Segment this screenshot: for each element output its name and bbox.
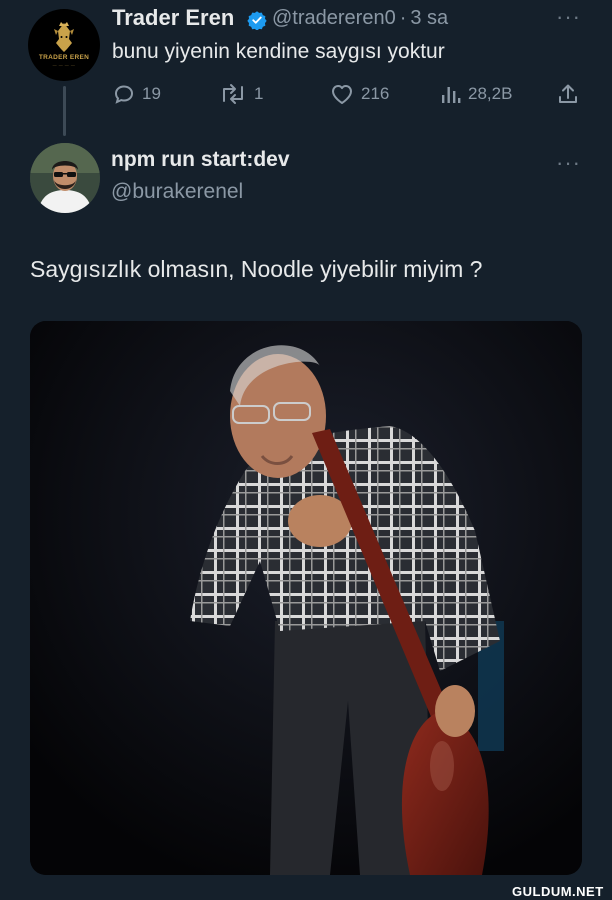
- like-button[interactable]: 216: [329, 80, 389, 108]
- author-avatar[interactable]: TRADER EREN — — — —: [28, 9, 100, 81]
- like-count: 216: [361, 84, 390, 103]
- author-name[interactable]: Trader Eren: [112, 5, 234, 31]
- views-icon: [442, 87, 461, 103]
- avatar-brand-text: TRADER EREN: [38, 54, 90, 61]
- views-count: 28,2B: [468, 84, 513, 103]
- tweet-time[interactable]: 3 sa: [410, 7, 448, 29]
- site-watermark: GULDUM.NET: [512, 884, 604, 899]
- more-icon[interactable]: ···: [556, 150, 581, 176]
- avatar-brand-subtext: — — — —: [52, 62, 76, 67]
- retweet-count: 1: [254, 84, 264, 103]
- author-handle[interactable]: @burakerenel: [111, 180, 243, 204]
- more-icon[interactable]: ···: [556, 4, 581, 30]
- reply-icon: [114, 85, 134, 104]
- retweet-button[interactable]: 1: [218, 80, 263, 108]
- reply-button[interactable]: 19: [112, 80, 161, 108]
- share-icon: [559, 84, 577, 103]
- author-handle[interactable]: @tradereren0: [272, 7, 396, 29]
- like-icon: [332, 85, 352, 104]
- retweet-icon: [223, 84, 243, 104]
- share-button[interactable]: [556, 80, 580, 108]
- author-handle-time[interactable]: @tradereren0 · 3 sa: [272, 7, 448, 30]
- tweet-text: Saygısızlık olmasın, Noodle yiyebilir mi…: [30, 256, 483, 282]
- photo-illustration: [30, 321, 582, 875]
- verified-badge-icon: [247, 11, 267, 30]
- separator-dot: ·: [399, 7, 407, 29]
- tweet-text: bunu yiyenin kendine saygısı yoktur: [112, 40, 445, 63]
- tweet-media-photo[interactable]: [30, 321, 582, 875]
- author-avatar[interactable]: [30, 143, 100, 213]
- avatar-photo: [30, 143, 100, 213]
- reply-count: 19: [142, 84, 161, 103]
- lion-logo-icon: [54, 22, 74, 52]
- views-button[interactable]: 28,2B: [440, 80, 512, 108]
- author-name[interactable]: npm run start:dev: [111, 148, 290, 172]
- thread-connector: [63, 86, 66, 136]
